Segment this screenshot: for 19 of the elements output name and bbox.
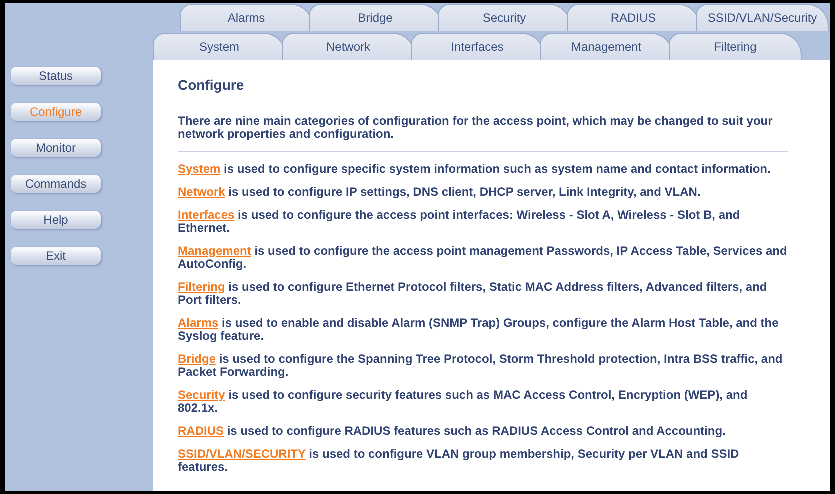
nav-button[interactable]: Status bbox=[11, 67, 101, 85]
category-description: System is used to configure specific system information such as system name and contact information. bbox=[178, 163, 772, 176]
category-description: Network is used to configure IP settings, DNS client, DHCP server, Link Integrity, and VLAN. bbox=[178, 186, 702, 199]
category-description: RADIUS is used to configure RADIUS features such as RADIUS Access Control and Accounting. bbox=[178, 425, 727, 438]
category-description: SSID/VLAN/SECURITY is used to configure VLAN group membership, Security per VLAN and SSID features. bbox=[178, 448, 740, 474]
category-description: Interfaces is used to configure the access point interfaces: Wireless - Slot A, Wireless - Slot B, and Ethernet. bbox=[178, 209, 742, 235]
nav-button[interactable]: Help bbox=[11, 211, 101, 229]
tab[interactable]: SSID/VLAN/Security bbox=[696, 4, 829, 31]
page-title: Configure bbox=[178, 77, 244, 93]
category-description: Management is used to configure the access point management Passwords, IP Access Table, Services and AutoConfig. bbox=[178, 245, 788, 271]
nav-button[interactable]: Exit bbox=[11, 247, 101, 265]
intro-text: There are nine main categories of configuration for the access point, which may be changed to suit your network properties and configuration. bbox=[178, 115, 774, 141]
nav-button[interactable]: Monitor bbox=[11, 139, 101, 157]
nav-button[interactable]: Commands bbox=[11, 175, 101, 193]
category-description: Security is used to configure security features such as MAC Access Control, Encryption (WEP), and 802.1x. bbox=[178, 389, 749, 415]
category-description: Filtering is used to configure Ethernet Protocol filters, Static MAC Address filters, Advanced filters, and Port filters. bbox=[178, 281, 768, 307]
tab[interactable]: Filtering bbox=[669, 33, 802, 60]
category-description: Bridge is used to configure the Spanning Tree Protocol, Storm Threshold protection, Intra BSS traffic, and Packet Forwarding. bbox=[178, 353, 784, 379]
category-description: Alarms is used to enable and disable Alarm (SNMP Trap) Groups, configure the Alarm Host Table, and the Syslog feature. bbox=[178, 317, 780, 343]
